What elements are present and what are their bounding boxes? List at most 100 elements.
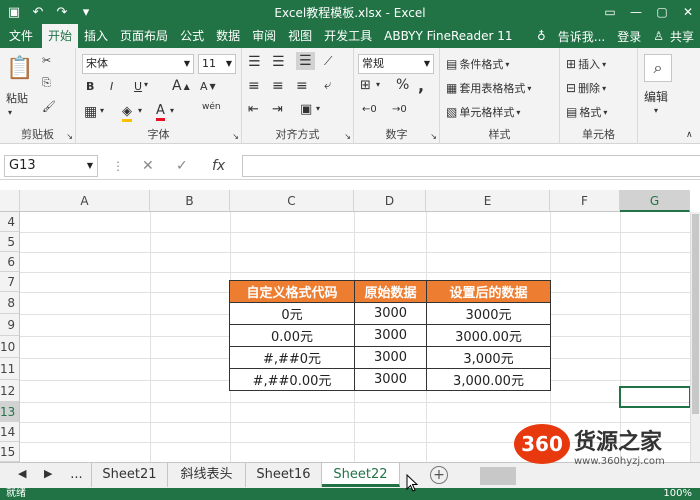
font-size-select[interactable]: 11 ▼	[198, 54, 236, 74]
italic-button[interactable]: I	[110, 80, 113, 93]
cancel-icon[interactable]: ✕	[142, 155, 154, 177]
row-header[interactable]: 12	[0, 380, 20, 402]
prev-sheet-icon[interactable]: ◀	[18, 467, 26, 480]
name-box[interactable]: G13 ▼	[4, 155, 98, 177]
cut-icon[interactable]: ✂	[42, 54, 51, 67]
table-cell[interactable]: 3,000元	[426, 346, 551, 369]
close-icon[interactable]: ✕	[676, 2, 700, 22]
enter-icon[interactable]: ✓	[176, 155, 188, 177]
orientation-icon[interactable]: ⟋	[324, 54, 332, 69]
row-header[interactable]: 15	[0, 442, 20, 462]
copy-icon[interactable]: ⎘	[42, 76, 51, 90]
borders-dropdown-icon[interactable]: ▾	[100, 106, 104, 115]
fill-color-icon[interactable]: ◈	[122, 104, 132, 122]
sheet-tab-sheet16[interactable]: Sheet16	[246, 463, 322, 487]
number-launcher-icon[interactable]: ↘	[430, 132, 437, 141]
insert-cells-button[interactable]: ⊞ 插入 ▾	[566, 56, 606, 72]
tab-developer[interactable]: 开发工具	[318, 24, 378, 48]
format-painter-icon[interactable]: 🖌	[42, 100, 56, 113]
insert-function-button[interactable]: fx	[212, 155, 225, 177]
row-header[interactable]: 9	[0, 314, 20, 336]
paste-icon[interactable]: 📋	[6, 56, 33, 81]
alignment-launcher-icon[interactable]: ↘	[344, 132, 351, 141]
column-header-e[interactable]: E	[426, 190, 550, 212]
zoom-level[interactable]: 100%	[663, 488, 692, 500]
align-top-icon[interactable]: ☰	[248, 54, 261, 70]
sheet-tab-sheet22[interactable]: Sheet22	[322, 463, 400, 487]
align-middle-icon[interactable]: ☰	[272, 54, 285, 70]
underline-button[interactable]: U	[134, 80, 142, 93]
table-cell[interactable]: 0.00元	[229, 324, 355, 347]
row-header[interactable]: 11	[0, 358, 20, 380]
more-sheets[interactable]: ...	[62, 463, 92, 487]
minimize-icon[interactable]: —	[624, 2, 648, 22]
row-header[interactable]: 14	[0, 422, 20, 442]
borders-icon[interactable]: ▦	[84, 104, 97, 120]
paste-dropdown-icon[interactable]: ▾	[8, 108, 12, 117]
table-cell[interactable]: 3000.00元	[426, 324, 551, 347]
format-as-table-button[interactable]: ▦ 套用表格格式 ▾	[446, 80, 531, 96]
header-original[interactable]: 原始数据	[354, 280, 427, 303]
phonetic-button[interactable]: wén	[202, 102, 221, 112]
tab-abbyy[interactable]: ABBYY FineReader 11	[378, 24, 518, 48]
merge-center-icon[interactable]: ▣	[300, 102, 312, 117]
collapse-ribbon-icon[interactable]: ∧	[686, 130, 693, 140]
wrap-text-icon[interactable]: ⤶	[324, 78, 331, 93]
grow-font-icon[interactable]: A ▲	[172, 78, 190, 94]
table-cell[interactable]: 3000	[354, 368, 427, 391]
row-header[interactable]: 5	[0, 232, 20, 252]
font-color-icon[interactable]: A	[156, 103, 165, 121]
column-header-b[interactable]: B	[150, 190, 230, 212]
row-header[interactable]: 10	[0, 336, 20, 358]
row-header[interactable]: 4	[0, 212, 20, 232]
currency-icon[interactable]: ⊞	[360, 78, 371, 93]
align-center-icon[interactable]: ≡	[272, 78, 284, 94]
sheet-tab-diagonal-header[interactable]: 斜线表头	[168, 463, 246, 487]
header-custom-code[interactable]: 自定义格式代码	[229, 280, 355, 303]
editing-dropdown-icon[interactable]: ▾	[654, 106, 658, 115]
paste-label[interactable]: 粘贴	[6, 90, 28, 106]
sheet-tab-sheet21[interactable]: Sheet21	[92, 463, 168, 487]
header-result[interactable]: 设置后的数据	[426, 280, 551, 303]
row-header[interactable]: 7	[0, 272, 20, 292]
formula-input[interactable]	[242, 155, 700, 177]
comma-button[interactable]: ,	[418, 76, 424, 95]
tell-me-box[interactable]: 告诉我...	[552, 28, 611, 45]
share-button[interactable]: 共享	[670, 28, 700, 45]
tab-file[interactable]: 文件	[0, 24, 42, 48]
column-header-d[interactable]: D	[354, 190, 426, 212]
table-cell[interactable]: 3000	[354, 324, 427, 347]
vertical-scroll-thumb[interactable]	[692, 214, 699, 414]
tab-view[interactable]: 视图	[282, 24, 318, 48]
tab-formulas[interactable]: 公式	[174, 24, 210, 48]
font-launcher-icon[interactable]: ↘	[232, 132, 239, 141]
shrink-font-icon[interactable]: A ▼	[200, 80, 216, 93]
conditional-format-button[interactable]: ▤ 条件格式 ▾	[446, 56, 509, 72]
search-icon[interactable]: ⌕	[644, 54, 672, 82]
delete-cells-button[interactable]: ⊟ 删除 ▾	[566, 80, 606, 96]
maximize-icon[interactable]: ▢	[650, 2, 674, 22]
fill-color-dropdown-icon[interactable]: ▾	[138, 106, 142, 115]
percent-button[interactable]: %	[396, 77, 409, 93]
editing-button[interactable]: 编辑	[644, 88, 668, 105]
table-cell[interactable]: 0元	[229, 302, 355, 325]
table-cell[interactable]: 3000	[354, 302, 427, 325]
select-all-corner[interactable]	[0, 190, 20, 212]
tab-insert[interactable]: 插入	[78, 24, 114, 48]
column-header-f[interactable]: F	[550, 190, 620, 212]
table-cell[interactable]: 3000元	[426, 302, 551, 325]
next-sheet-icon[interactable]: ▶	[44, 467, 52, 480]
increase-indent-icon[interactable]: ⇥	[272, 102, 283, 117]
decrease-decimal-icon[interactable]: →0	[392, 104, 407, 115]
tab-review[interactable]: 审阅	[246, 24, 282, 48]
tab-page-layout[interactable]: 页面布局	[114, 24, 174, 48]
row-header[interactable]: 13	[0, 402, 20, 422]
row-header[interactable]: 8	[0, 292, 20, 314]
underline-dropdown-icon[interactable]: ▾	[144, 80, 148, 89]
tab-data[interactable]: 数据	[210, 24, 246, 48]
horizontal-scroll-thumb[interactable]	[480, 467, 516, 485]
active-cell-g13[interactable]	[619, 386, 690, 408]
table-cell[interactable]: 3000	[354, 346, 427, 369]
bold-button[interactable]: B	[86, 80, 94, 93]
tab-home[interactable]: 开始	[42, 24, 79, 48]
